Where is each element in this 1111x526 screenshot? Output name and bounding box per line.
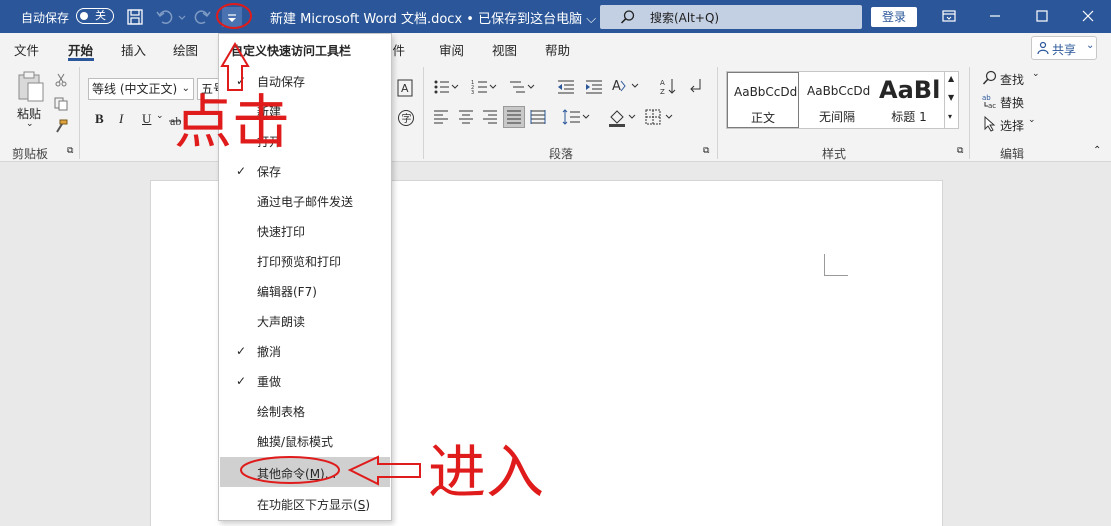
annotation-enter: 进入 (428, 438, 545, 506)
highlight-circle-more-commands (240, 456, 340, 484)
highlight-circle-qat (216, 3, 252, 29)
annotation-overlay (216, 3, 421, 486)
up-arrow-annotation (220, 42, 250, 91)
left-arrow-annotation (347, 455, 421, 486)
annotation-click: 点击 (174, 88, 291, 156)
